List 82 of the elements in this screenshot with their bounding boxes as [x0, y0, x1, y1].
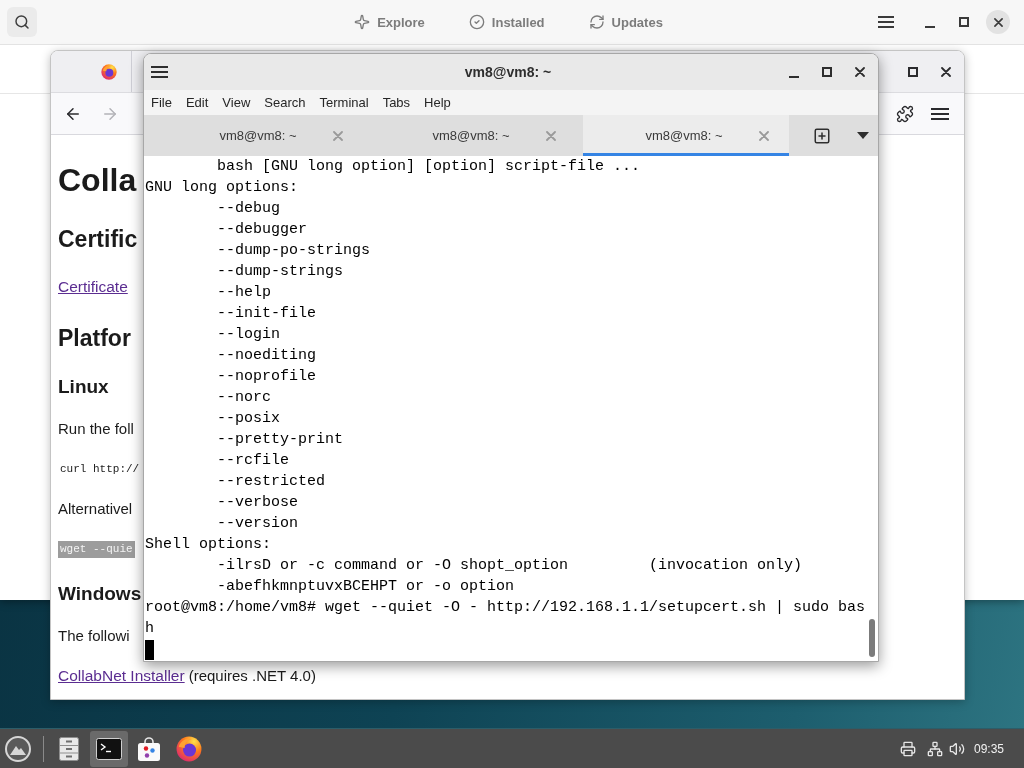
paragraph-text: The followi — [58, 626, 130, 646]
check-circle-icon — [468, 14, 485, 30]
terminal-line: --noediting — [217, 346, 317, 366]
taskbar-app-button[interactable] — [90, 730, 128, 767]
terminal-icon — [96, 737, 122, 760]
section-heading: Certific — [58, 225, 138, 254]
terminal-line: --posix — [217, 409, 280, 429]
code-text: curl http:// — [59, 461, 141, 477]
code-text: wget --quie — [58, 540, 135, 558]
view-tab[interactable]: Updates — [578, 9, 673, 35]
menu-item[interactable]: File — [151, 95, 172, 110]
search-button[interactable] — [7, 7, 37, 37]
terminal-line: -ilrsD or -c command or -O shopt_option (invocation only) — [217, 556, 803, 576]
terminal-line: root@vm8:/home/vm8# wget --quiet -O - http://192.168.1.1/setupcert.sh | sudo bas — [145, 598, 866, 618]
paragraph-text: (requires .NET 4.0) — [188, 666, 316, 686]
subsection-heading: Windows — [58, 582, 142, 606]
close-icon — [993, 17, 1003, 27]
terminal-line: --rcfile — [217, 451, 289, 471]
close-button[interactable] — [986, 10, 1010, 34]
terminal-line: -abefhkmnptuvxBCEHPT or -o option — [217, 577, 515, 597]
terminal-line: --help — [217, 283, 271, 303]
terminal-line: --login — [217, 325, 280, 345]
terminal-line: --noprofile — [217, 367, 317, 387]
menu-icon[interactable] — [151, 66, 168, 78]
view-tab[interactable]: Installed — [458, 9, 555, 35]
menu-item[interactable]: Tabs — [382, 95, 411, 110]
minimize-icon[interactable] — [925, 25, 935, 28]
paragraph-text: Alternativel — [58, 499, 133, 519]
terminal-line: --dump-strings — [217, 262, 344, 282]
paragraph-text: Run the foll — [58, 419, 134, 439]
scrollbar-thumb[interactable] — [869, 619, 875, 657]
file-cabinet-icon — [59, 736, 79, 761]
browser-logo-icon — [176, 735, 202, 762]
network-icon[interactable] — [926, 740, 943, 757]
terminal-line: --debug — [217, 199, 280, 219]
shopping-bag-icon — [138, 736, 160, 761]
menu-item[interactable]: Edit — [185, 95, 209, 110]
mountain-logo-icon[interactable] — [5, 735, 31, 762]
clock-text[interactable]: 09:35 — [973, 741, 1004, 756]
refresh-icon — [588, 14, 605, 30]
close-icon[interactable] — [941, 66, 951, 77]
sparkle-icon — [354, 14, 371, 30]
terminal-tab[interactable]: vm8@vm8: ~ — [370, 115, 576, 156]
search-icon — [14, 14, 30, 30]
caret-icon[interactable] — [857, 132, 869, 139]
link[interactable]: Certificate — [58, 275, 128, 299]
menu-item[interactable]: View — [222, 95, 251, 110]
maximize-icon[interactable] — [908, 66, 918, 77]
menu-item[interactable]: Terminal — [319, 95, 369, 110]
link[interactable]: CollabNet Installer — [58, 664, 185, 688]
terminal-line: --init-file — [217, 304, 317, 324]
volume-icon[interactable] — [948, 740, 965, 757]
terminal-line: --debugger — [217, 220, 307, 240]
terminal-line: --restricted — [217, 472, 326, 492]
printer-icon[interactable] — [899, 740, 916, 757]
menu-icon[interactable] — [878, 16, 894, 28]
terminal-line: Shell options: — [145, 535, 272, 555]
terminal-line: --verbose — [217, 493, 298, 513]
terminal-line: --dump-po-strings — [217, 241, 371, 261]
puzzle-icon[interactable] — [896, 104, 914, 123]
terminal-tab[interactable]: vm8@vm8: ~ — [583, 115, 789, 156]
terminal-line: bash [GNU long option] [option] script-file ... — [217, 157, 641, 177]
menu-icon[interactable] — [931, 107, 949, 120]
terminal-line: h — [145, 619, 154, 639]
terminal-tab[interactable]: vm8@vm8: ~ — [157, 115, 363, 156]
terminal-line: --version — [217, 514, 298, 534]
window-title: vm8@vm8: ~ — [464, 64, 552, 80]
menu-item[interactable]: Help — [424, 95, 451, 110]
browser-logo-icon — [101, 63, 117, 80]
maximize-icon[interactable] — [959, 17, 969, 27]
terminal-line: --norc — [217, 388, 271, 408]
new-tab-icon[interactable] — [813, 126, 831, 145]
menu-item[interactable]: Search — [264, 95, 306, 110]
terminal-line: GNU long options: — [145, 178, 299, 198]
terminal-line: --pretty-print — [217, 430, 344, 450]
subsection-heading: Linux — [58, 375, 109, 399]
section-heading: Platfor — [58, 324, 131, 353]
page-heading: Colla — [58, 161, 137, 200]
minimize-icon[interactable] — [789, 75, 799, 78]
maximize-icon[interactable] — [822, 67, 832, 77]
close-icon[interactable] — [855, 67, 865, 77]
view-tab[interactable]: Explore — [344, 9, 435, 35]
